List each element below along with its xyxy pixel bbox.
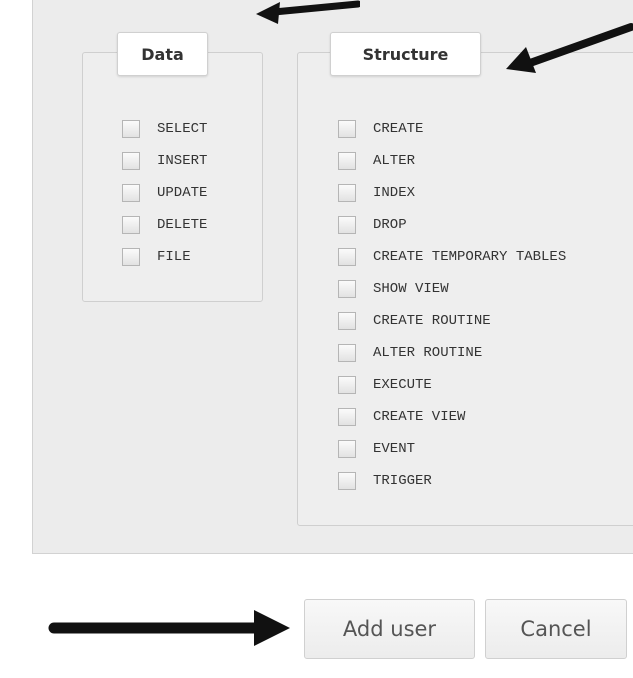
privilege-checkbox-trigger[interactable]: TRIGGER — [338, 465, 566, 497]
privilege-checkbox-show-view[interactable]: SHOW VIEW — [338, 273, 566, 305]
privilege-label: TRIGGER — [373, 473, 432, 489]
privilege-label: UPDATE — [157, 185, 208, 201]
checkbox[interactable] — [338, 344, 356, 362]
privilege-checkbox-select[interactable]: SELECT — [122, 113, 207, 145]
checkbox[interactable] — [122, 120, 140, 138]
structure-legend: Structure — [330, 32, 481, 76]
privilege-label: CREATE VIEW — [373, 409, 466, 425]
checkbox[interactable] — [122, 248, 140, 266]
checkbox[interactable] — [122, 184, 140, 202]
checkbox[interactable] — [338, 184, 356, 202]
privilege-label: CREATE ROUTINE — [373, 313, 491, 329]
privilege-label: INDEX — [373, 185, 416, 201]
privilege-checkbox-event[interactable]: EVENT — [338, 433, 566, 465]
checkbox[interactable] — [338, 216, 356, 234]
data-privileges-list: SELECT INSERT UPDATE DELETE FILE — [122, 113, 207, 273]
privilege-checkbox-drop[interactable]: DROP — [338, 209, 566, 241]
structure-privileges-list: CREATE ALTER INDEX DROP CREATE TEMPORARY… — [338, 113, 566, 497]
privilege-label: DELETE — [157, 217, 208, 233]
checkbox[interactable] — [338, 152, 356, 170]
data-legend: Data — [117, 32, 208, 76]
checkbox[interactable] — [338, 280, 356, 298]
checkbox[interactable] — [338, 248, 356, 266]
privilege-checkbox-index[interactable]: INDEX — [338, 177, 566, 209]
privilege-checkbox-create-routine[interactable]: CREATE ROUTINE — [338, 305, 566, 337]
checkbox[interactable] — [338, 440, 356, 458]
privilege-checkbox-alter-routine[interactable]: ALTER ROUTINE — [338, 337, 566, 369]
cancel-button[interactable]: Cancel — [485, 599, 627, 659]
privilege-label: CREATE TEMPORARY TABLES — [373, 249, 567, 265]
annotation-arrow-add-user-icon — [48, 610, 290, 646]
privilege-label: ALTER — [373, 153, 416, 169]
checkbox[interactable] — [338, 312, 356, 330]
privilege-checkbox-execute[interactable]: EXECUTE — [338, 369, 566, 401]
privilege-label: INSERT — [157, 153, 208, 169]
checkbox[interactable] — [122, 152, 140, 170]
privilege-label: FILE — [157, 249, 191, 265]
privilege-checkbox-create-temporary-tables[interactable]: CREATE TEMPORARY TABLES — [338, 241, 566, 273]
privilege-checkbox-file[interactable]: FILE — [122, 241, 207, 273]
privilege-checkbox-create-view[interactable]: CREATE VIEW — [338, 401, 566, 433]
privilege-checkbox-update[interactable]: UPDATE — [122, 177, 207, 209]
add-user-button[interactable]: Add user — [304, 599, 475, 659]
checkbox[interactable] — [338, 120, 356, 138]
checkbox[interactable] — [338, 408, 356, 426]
privilege-label: EXECUTE — [373, 377, 432, 393]
privilege-label: CREATE — [373, 121, 424, 137]
privilege-label: SELECT — [157, 121, 208, 137]
privilege-checkbox-insert[interactable]: INSERT — [122, 145, 207, 177]
checkbox[interactable] — [122, 216, 140, 234]
privilege-label: ALTER ROUTINE — [373, 345, 483, 361]
privilege-checkbox-create[interactable]: CREATE — [338, 113, 566, 145]
privilege-label: DROP — [373, 217, 407, 233]
privilege-label: SHOW VIEW — [373, 281, 449, 297]
checkbox[interactable] — [338, 472, 356, 490]
privilege-checkbox-alter[interactable]: ALTER — [338, 145, 566, 177]
checkbox[interactable] — [338, 376, 356, 394]
privilege-label: EVENT — [373, 441, 416, 457]
privilege-checkbox-delete[interactable]: DELETE — [122, 209, 207, 241]
